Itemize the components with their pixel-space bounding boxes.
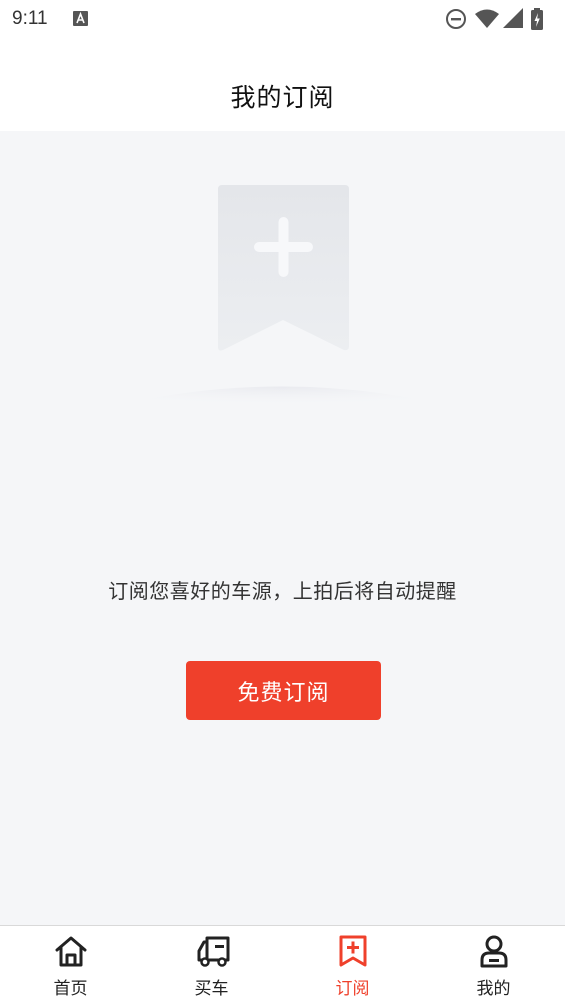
page-title: 我的订阅: [230, 83, 335, 112]
header: 我的订阅: [0, 38, 565, 131]
bookmark-plus-icon: [82, 185, 482, 419]
free-subscribe-button[interactable]: 免费订阅: [186, 661, 381, 720]
tab-label: 买车: [194, 979, 229, 999]
empty-state: 订阅您喜好的车源，上拍后将自动提醒 免费订阅: [0, 131, 565, 925]
tab-home[interactable]: 首页: [0, 926, 141, 1004]
signal-icon: [503, 8, 523, 28]
home-icon: [55, 936, 87, 967]
bookmark-plus-icon: [339, 935, 367, 967]
empty-message: 订阅您喜好的车源，上拍后将自动提醒: [108, 579, 457, 603]
person-icon: [480, 935, 508, 968]
battery-icon: [531, 8, 543, 30]
status-time: 9:11: [12, 8, 48, 29]
tab-subscribe[interactable]: 订阅: [282, 926, 423, 1004]
tab-label: 订阅: [335, 979, 370, 999]
text-a-icon: [73, 11, 88, 26]
truck-icon: [197, 936, 230, 967]
tab-label: 我的: [476, 979, 511, 999]
tab-mine[interactable]: 我的: [423, 926, 564, 1004]
wifi-icon: [475, 9, 499, 28]
do-not-disturb-icon: [446, 9, 466, 29]
tab-label: 首页: [53, 979, 88, 999]
tab-bar: 首页 买车 订阅 我的: [0, 925, 565, 1004]
status-icons: [445, 8, 555, 30]
tab-buy-car[interactable]: 买车: [141, 926, 282, 1004]
status-bar: 9:11: [0, 0, 565, 38]
